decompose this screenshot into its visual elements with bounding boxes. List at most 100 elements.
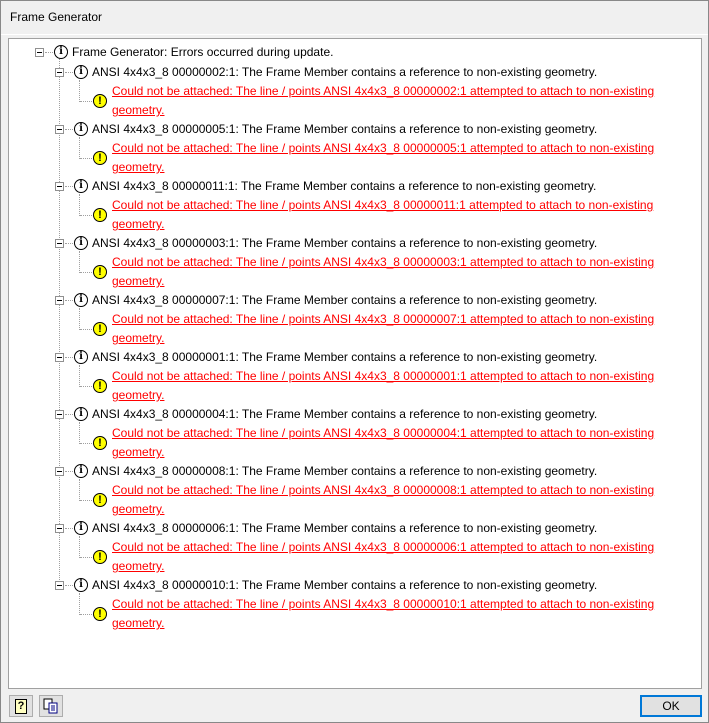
copy-button[interactable] [39,695,63,717]
collapse-toggle[interactable] [55,581,64,590]
error-link-line2[interactable]: geometry. [112,158,164,177]
collapse-toggle[interactable] [55,125,64,134]
error-link-line2[interactable]: geometry. [112,557,164,576]
window-title: Frame Generator [10,10,103,24]
tree-connector [65,357,73,358]
error-link-line1[interactable]: Could not be attached: The line / points… [112,481,654,500]
tree-connector [80,101,92,102]
tree-connector [80,557,92,558]
collapse-toggle[interactable] [55,524,64,533]
collapse-toggle[interactable] [55,239,64,248]
error-link-line2[interactable]: geometry. [112,443,164,462]
error-link-line1[interactable]: Could not be attached: The line / points… [112,139,654,158]
error-link-line2[interactable]: geometry. [112,101,164,120]
info-icon: i [74,65,88,79]
help-icon: ? [15,698,27,714]
warning-icon: ! [93,265,107,279]
info-icon: i [74,293,88,307]
info-icon: i [74,578,88,592]
info-icon: i [74,236,88,250]
tree-connector [79,308,80,330]
info-icon: i [74,464,88,478]
warning-icon: ! [93,436,107,450]
tree-connector [80,443,92,444]
error-link-line1[interactable]: Could not be attached: The line / points… [112,310,654,329]
tree-connector [79,251,80,273]
error-link-line2[interactable]: geometry. [112,329,164,348]
error-link-line2[interactable]: geometry. [112,386,164,405]
tree-connector [79,365,80,387]
error-link-line1[interactable]: Could not be attached: The line / points… [112,538,654,557]
collapse-toggle[interactable] [55,182,64,191]
tree-connector [59,59,60,582]
error-link-line1[interactable]: Could not be attached: The line / points… [112,82,654,101]
tree-connector [80,158,92,159]
title-separator [1,34,708,35]
tree-connector [80,215,92,216]
message-tree-panel[interactable]: i Frame Generator: Errors occurred durin… [8,38,702,689]
collapse-toggle[interactable] [55,410,64,419]
tree-connector [65,186,73,187]
tree-connector [80,614,92,615]
warning-icon: ! [93,607,107,621]
collapse-toggle[interactable] [55,467,64,476]
error-link-line2[interactable]: geometry. [112,500,164,519]
warning-icon: ! [93,208,107,222]
info-icon: i [74,521,88,535]
warning-icon: ! [93,151,107,165]
tree-connector [65,414,73,415]
copy-icon [43,698,58,714]
info-icon: i [74,122,88,136]
tree-connector [79,593,80,615]
error-link-line1[interactable]: Could not be attached: The line / points… [112,367,654,386]
collapse-toggle[interactable] [55,296,64,305]
tree-connector [79,137,80,159]
collapse-toggle[interactable] [55,353,64,362]
tree-connector [79,80,80,102]
tree-connector [45,52,53,53]
tree-connector [79,536,80,558]
tree-connector [65,471,73,472]
tree-connector [65,243,73,244]
error-link-line1[interactable]: Could not be attached: The line / points… [112,253,654,272]
tree-connector [65,528,73,529]
frame-member-message[interactable]: ANSI 4x4x3_8 00000003:1: The Frame Membe… [92,234,597,253]
frame-member-message[interactable]: ANSI 4x4x3_8 00000006:1: The Frame Membe… [92,519,597,538]
error-link-line1[interactable]: Could not be attached: The line / points… [112,595,654,614]
message-tree[interactable]: i Frame Generator: Errors occurred durin… [9,39,701,688]
error-link-line1[interactable]: Could not be attached: The line / points… [112,196,653,215]
frame-member-message[interactable]: ANSI 4x4x3_8 00000007:1: The Frame Membe… [92,291,597,310]
warning-icon: ! [93,94,107,108]
frame-member-message[interactable]: ANSI 4x4x3_8 00000004:1: The Frame Membe… [92,405,597,424]
tree-connector [80,272,92,273]
tree-connector [65,72,73,73]
tree-connector [79,422,80,444]
tree-connector [79,479,80,501]
error-link-line2[interactable]: geometry. [112,272,164,291]
warning-icon: ! [93,550,107,564]
info-icon: i [74,407,88,421]
ok-button[interactable]: OK [640,695,702,717]
info-icon: i [54,45,68,59]
frame-member-message[interactable]: ANSI 4x4x3_8 00000008:1: The Frame Membe… [92,462,597,481]
tree-connector [79,194,80,216]
frame-member-message[interactable]: ANSI 4x4x3_8 00000011:1: The Frame Membe… [92,177,596,196]
warning-icon: ! [93,379,107,393]
error-link-line2[interactable]: geometry. [112,215,164,234]
tree-connector [80,386,92,387]
frame-member-message[interactable]: ANSI 4x4x3_8 00000010:1: The Frame Membe… [92,576,597,595]
frame-member-message[interactable]: ANSI 4x4x3_8 00000005:1: The Frame Membe… [92,120,597,139]
tree-connector [65,300,73,301]
collapse-toggle[interactable] [55,68,64,77]
error-link-line2[interactable]: geometry. [112,614,164,633]
frame-member-message[interactable]: ANSI 4x4x3_8 00000001:1: The Frame Membe… [92,348,597,367]
tree-connector [65,129,73,130]
frame-member-message[interactable]: ANSI 4x4x3_8 00000002:1: The Frame Membe… [92,63,597,82]
error-link-line1[interactable]: Could not be attached: The line / points… [112,424,654,443]
tree-connector [65,585,73,586]
tree-connector [80,329,92,330]
collapse-root-toggle[interactable] [35,48,44,57]
help-button[interactable]: ? [9,695,33,717]
root-message[interactable]: Frame Generator: Errors occurred during … [72,43,333,62]
warning-icon: ! [93,493,107,507]
